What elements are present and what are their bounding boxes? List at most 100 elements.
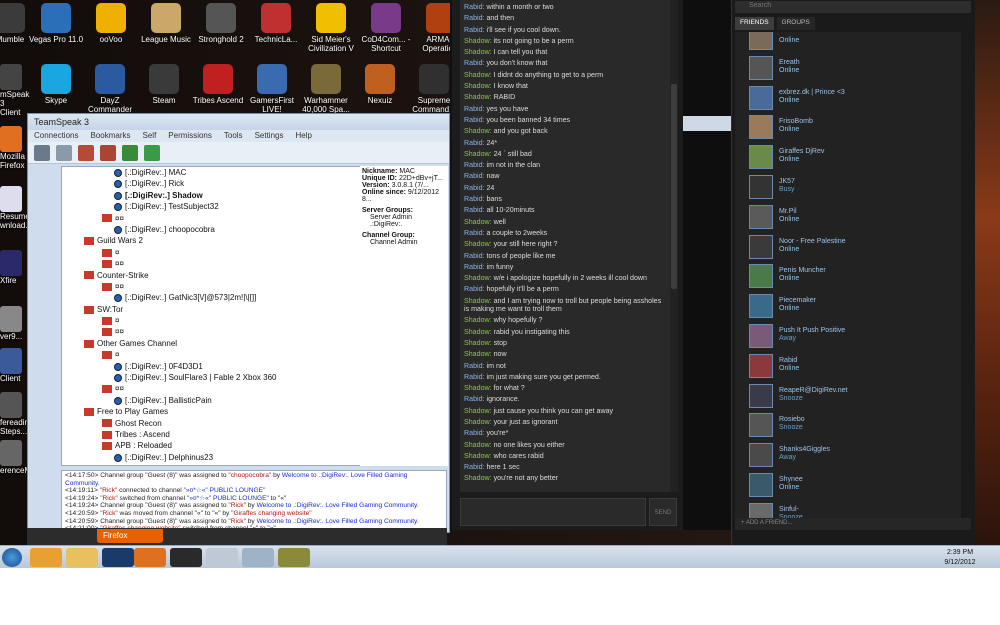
tree-row[interactable]: Other Games Channel [62,338,382,349]
tree-row[interactable]: [.:DigiRev:.] Rick [62,178,382,189]
tree-row[interactable]: [.:DigiRev:.] Shadow [62,190,382,201]
tree-row[interactable]: [.:DigiRev:.] TestSubject32 [62,201,382,212]
friend-entry[interactable]: Shynee Online [749,473,949,501]
firefox-menu-button[interactable]: Firefox [97,529,163,543]
friend-entry[interactable]: Rabid Online [749,353,949,382]
desktop-icon[interactable]: ooVoo [83,3,139,44]
steam-icon[interactable] [170,548,202,567]
desktop-icon[interactable]: Stronghold 2 [193,3,249,44]
desktop-icon[interactable]: Client [0,348,24,383]
friend-entry[interactable]: Push It Push Positive Away [749,324,949,352]
friend-entry[interactable]: Noor - Free Palestine Online [749,234,949,263]
teamspeak-icon[interactable] [242,548,274,567]
tab-friends[interactable]: FRIENDS [735,17,774,30]
chat-input[interactable] [460,498,646,526]
tree-row[interactable]: [.:DigiRev:.] SoulFlare3 | Fable 2 Xbox … [62,372,382,383]
disconnect-icon[interactable] [56,145,72,161]
menu-item[interactable]: Help [295,131,311,141]
start-button[interactable] [2,548,22,567]
friend-entry[interactable]: exbrez.dk | Prince <3 Online [749,85,949,114]
friend-entry[interactable]: Online [749,32,949,54]
desktop-icon[interactable]: Warhammer 40,000 Spa... [298,64,354,114]
desktop-icon[interactable]: ver9... [0,306,24,341]
tree-row[interactable]: PlanetSide 2 [62,463,382,465]
tree-row[interactable]: Ghost Recon [62,418,382,429]
friend-entry[interactable]: Piecemaker Online [749,294,949,322]
friend-entry[interactable]: Giraffes DjRev Online [749,145,949,173]
photoshop-icon[interactable] [102,548,134,567]
friend-entry[interactable]: Shanks4Giggles Away [749,443,949,471]
desktop-icon[interactable]: Resume wnload... [0,186,32,230]
media-player-icon[interactable] [30,548,62,567]
tree-row[interactable]: Guild Wars 2 [62,235,382,246]
tree-row[interactable]: [.:DigiRev:.] choopocobra [62,224,382,235]
friends-scrollbar[interactable] [962,32,970,518]
desktop-icon[interactable]: League Music [138,3,194,44]
game-icon[interactable] [278,548,310,567]
menu-item[interactable]: Settings [255,131,284,141]
subscribe-icon[interactable] [122,145,138,161]
counter-strike-icon[interactable] [206,548,238,567]
tree-row[interactable]: [.:DigiRev:.] MAC [62,167,382,178]
desktop-icon[interactable]: Sid Meier's Civilization V [303,3,359,53]
tree-row[interactable]: ¤¤ [62,213,382,224]
tree-row[interactable]: ¤¤ [62,258,382,269]
explorer-icon[interactable] [66,548,98,567]
desktop-icon[interactable]: Steam [136,64,192,105]
desktop-icon[interactable]: DayZ Commander [82,64,138,114]
tree-row[interactable]: ¤ [62,349,382,360]
tree-row[interactable]: Free to Play Games [62,406,382,417]
away-icon[interactable] [78,145,94,161]
menu-item[interactable]: Connections [34,131,78,141]
friend-entry[interactable]: Rosiebo Snooze [749,413,949,441]
mute-icon[interactable] [100,145,116,161]
friend-entry[interactable]: Penis Muncher Online [749,264,949,292]
send-button[interactable]: SEND [649,498,677,526]
tree-row[interactable]: Tribes : Ascend [62,429,382,440]
tree-row[interactable]: [.:DigiRev:.] 0F4D3D1 [62,361,382,372]
tree-row[interactable]: Counter-Strike [62,270,382,281]
friends-search-input[interactable]: Search [735,1,971,13]
desktop-icon[interactable]: mSpeak 3 Client [0,64,29,117]
tree-row[interactable]: [.:DigiRev:.] GatNic3[\/]@573|2m!|\|[]] [62,292,382,303]
desktop-icon[interactable]: erenceMo... [0,440,42,475]
chat-scroll-thumb[interactable] [671,84,677,289]
desktop-icon[interactable]: CoD4Com... - Shortcut [358,3,414,53]
friend-entry[interactable]: JK57 Busy [749,175,949,203]
add-friend-bar[interactable]: + ADD A FRIEND... [735,518,971,530]
tree-row[interactable]: [.:DigiRev:.] BallisticPain [62,395,382,406]
desktop-icon[interactable]: Nexuiz [352,64,408,105]
friend-entry[interactable]: FrisoBomb Online [749,115,949,143]
tree-row[interactable]: APB : Reloaded [62,440,382,451]
desktop-icon[interactable]: Tribes Ascend [190,64,246,105]
friend-entry[interactable]: Sinful- Snooze [749,502,949,518]
menu-item[interactable]: Bookmarks [90,131,130,141]
desktop-icon[interactable]: TechnicLa... [248,3,304,44]
desktop-icon[interactable]: Xfire [0,250,24,285]
desktop-icon[interactable]: GamersFirst LIVE! [244,64,300,114]
desktop-icon[interactable]: Mozilla Firefox [0,126,25,170]
desktop-icon[interactable]: Vegas Pro 11.0 [28,3,84,44]
tab-groups[interactable]: GROUPS [776,17,815,30]
firefox-icon[interactable] [134,548,166,567]
friend-entry[interactable]: Ereath Online [749,55,949,84]
tree-row[interactable]: ¤ [62,247,382,258]
menu-item[interactable]: Tools [224,131,243,141]
tree-row[interactable]: SW:Tor [62,304,382,315]
system-clock[interactable]: 2:39 PM 9/12/2012 [940,546,980,568]
connect-icon[interactable] [34,145,50,161]
tree-row[interactable]: ¤¤ [62,326,382,337]
chat-scrollbar[interactable] [670,0,678,492]
tree-row[interactable]: ¤ [62,315,382,326]
desktop-icon[interactable]: fereading Steps... [0,392,33,436]
tree-row[interactable]: ¤¤ [62,383,382,394]
tree-row[interactable]: [.:DigiRev:.] Delphinus23 [62,452,382,463]
whisper-icon[interactable] [144,145,160,161]
friend-entry[interactable]: ReapeR@DigiRev.net Snooze [749,383,949,412]
menu-item[interactable]: Permissions [168,131,212,141]
friend-entry[interactable]: Mr.Pil Online [749,204,949,233]
menu-item[interactable]: Self [143,131,157,141]
background-window-controls[interactable] [683,116,731,131]
tree-row[interactable]: ¤¤ [62,281,382,292]
desktop-icon[interactable]: Skype [28,64,84,105]
